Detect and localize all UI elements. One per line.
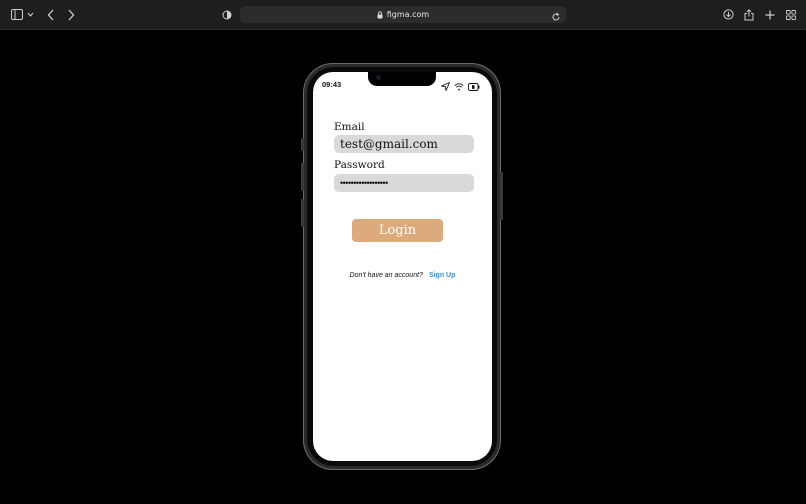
silent-switch xyxy=(301,138,304,151)
download-icon[interactable] xyxy=(722,7,734,22)
shield-icon[interactable] xyxy=(221,7,233,22)
email-label: Email xyxy=(334,121,365,133)
battery-icon xyxy=(468,78,480,96)
signup-row: Don't have an account? Sign Up xyxy=(313,272,492,279)
reload-icon[interactable] xyxy=(551,9,561,27)
share-icon[interactable] xyxy=(743,7,755,22)
password-field[interactable]: •••••••••••••••••• xyxy=(334,174,474,192)
status-icons xyxy=(441,78,480,96)
location-arrow-icon xyxy=(441,78,450,96)
password-label: Password xyxy=(334,159,385,171)
tab-overview-icon[interactable] xyxy=(785,7,797,22)
phone-screen: 09:43 Email test@gmail.com Password ••••… xyxy=(313,72,492,461)
sidebar-icon[interactable] xyxy=(11,7,35,22)
wifi-icon xyxy=(454,78,464,96)
chevron-left-icon[interactable] xyxy=(46,7,56,22)
login-button[interactable]: Login xyxy=(352,219,443,242)
lock-icon xyxy=(377,6,383,24)
volume-down-button xyxy=(301,199,304,227)
power-button xyxy=(500,172,503,220)
camera-icon xyxy=(376,75,381,80)
volume-up-button xyxy=(301,163,304,191)
email-field[interactable]: test@gmail.com xyxy=(334,135,474,153)
status-time: 09:43 xyxy=(322,80,342,89)
notch xyxy=(368,72,436,86)
signup-link[interactable]: Sign Up xyxy=(429,272,455,279)
browser-toolbar: figma.com xyxy=(0,0,806,30)
address-bar[interactable]: figma.com xyxy=(240,6,566,23)
chevron-right-icon[interactable] xyxy=(66,7,76,22)
plus-icon[interactable] xyxy=(764,7,776,22)
url-text: figma.com xyxy=(386,10,430,19)
signup-prompt: Don't have an account? xyxy=(349,272,423,279)
